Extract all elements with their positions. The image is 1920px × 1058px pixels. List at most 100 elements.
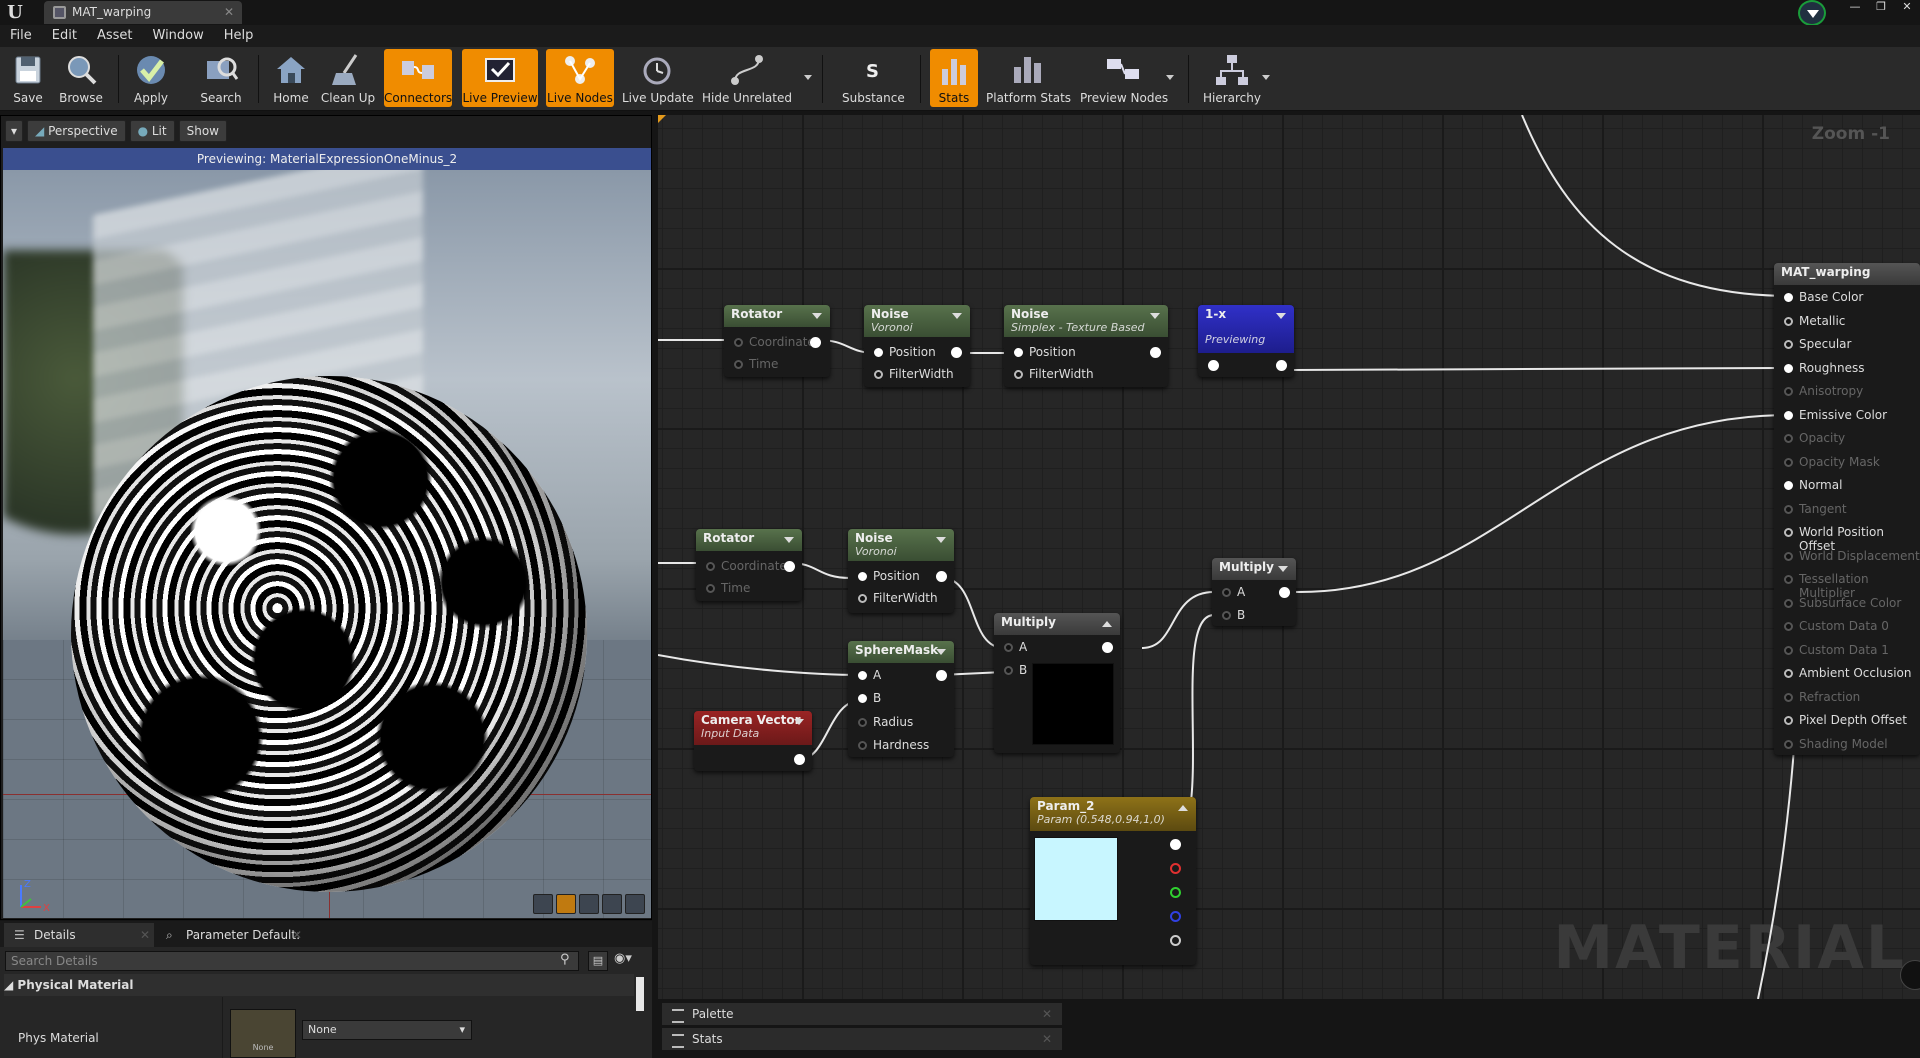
cube-preview-icon[interactable] bbox=[602, 894, 622, 914]
minimize-icon[interactable]: — bbox=[1842, 0, 1868, 16]
output-pin-b[interactable] bbox=[1170, 911, 1181, 922]
close-tab-icon[interactable]: ✕ bbox=[140, 923, 150, 947]
physical-material-section[interactable]: ◢ Physical Material bbox=[4, 974, 634, 996]
pin-coordinate[interactable]: Coordinate bbox=[706, 559, 787, 573]
stats-button[interactable]: Stats bbox=[930, 49, 978, 107]
result-pin-normal[interactable]: Normal bbox=[1784, 478, 1842, 492]
preview-nodes-button[interactable]: Preview Nodes bbox=[1080, 49, 1168, 107]
node-header[interactable]: Noise Voronoi bbox=[864, 305, 970, 337]
viewport-options-button[interactable]: ▾ bbox=[5, 120, 24, 142]
collapse-arrow-icon[interactable] bbox=[1278, 566, 1288, 572]
custom-mesh-preview-icon[interactable] bbox=[625, 894, 645, 914]
pin-hardness[interactable]: Hardness bbox=[858, 738, 929, 752]
unreal-logo-icon[interactable]: U bbox=[4, 2, 26, 24]
noise-voronoi-node[interactable]: Noise Voronoi Position FilterWidth bbox=[848, 529, 954, 613]
node-header[interactable]: MAT_warping bbox=[1774, 263, 1920, 285]
rotator-node[interactable]: Rotator Coordinate Time bbox=[724, 305, 830, 377]
substance-button[interactable]: S Substance bbox=[842, 49, 905, 107]
source-control-icon[interactable] bbox=[1798, 0, 1826, 26]
output-pin[interactable] bbox=[784, 561, 795, 572]
param-vector-node[interactable]: Param_2 Param (0.548,0.94,1,0) bbox=[1030, 797, 1196, 965]
output-pin-g[interactable] bbox=[1170, 887, 1181, 898]
noise-simplex-node[interactable]: Noise Simplex - Texture Based Position Fi… bbox=[1004, 305, 1168, 387]
pin-filterwidth[interactable]: FilterWidth bbox=[1014, 367, 1094, 381]
collapse-arrow-icon[interactable] bbox=[1102, 621, 1112, 627]
restore-icon[interactable]: ❐ bbox=[1868, 0, 1894, 16]
pin-a[interactable]: A bbox=[1222, 585, 1245, 599]
pin-b[interactable]: B bbox=[1222, 608, 1245, 622]
result-pin-custom-data-0[interactable]: Custom Data 0 bbox=[1784, 619, 1889, 633]
hide-unrelated-button[interactable]: Hide Unrelated bbox=[700, 49, 794, 107]
multiply-node[interactable]: Multiply A B bbox=[1212, 558, 1296, 626]
pin-position[interactable]: Position bbox=[858, 569, 920, 583]
output-pin-a[interactable] bbox=[1170, 935, 1181, 946]
home-button[interactable]: Home bbox=[268, 49, 314, 107]
search-button[interactable]: Search bbox=[198, 49, 244, 107]
hide-unrelated-dropdown-icon[interactable] bbox=[804, 75, 812, 80]
live-update-button[interactable]: Live Update bbox=[622, 49, 694, 107]
tab-details[interactable]: ☰ Details ✕ bbox=[4, 923, 154, 947]
close-window-icon[interactable]: ✕ bbox=[1894, 0, 1920, 16]
hierarchy-button[interactable]: Hierarchy bbox=[1200, 49, 1264, 107]
pin-filterwidth[interactable]: FilterWidth bbox=[858, 591, 938, 605]
output-pin[interactable] bbox=[1102, 642, 1113, 653]
browse-button[interactable]: Browse bbox=[56, 49, 106, 107]
details-scrollbar[interactable] bbox=[636, 977, 644, 1011]
result-pin-opacity[interactable]: Opacity bbox=[1784, 431, 1845, 445]
result-pin-refraction[interactable]: Refraction bbox=[1784, 690, 1860, 704]
material-result-node[interactable]: MAT_warping Base Color Metallic Specular Ro… bbox=[1774, 263, 1920, 755]
save-button[interactable]: Save bbox=[8, 49, 48, 107]
collapse-arrow-icon[interactable] bbox=[936, 537, 946, 543]
pin-radius[interactable]: Radius bbox=[858, 715, 913, 729]
menu-help[interactable]: Help bbox=[214, 25, 264, 47]
cylinder-preview-icon[interactable] bbox=[533, 894, 553, 914]
output-pin[interactable] bbox=[1279, 587, 1290, 598]
collapse-arrow-icon[interactable] bbox=[1276, 313, 1286, 319]
result-pin-roughness[interactable]: Roughness bbox=[1784, 361, 1864, 375]
menu-window[interactable]: Window bbox=[143, 25, 214, 47]
phys-material-thumbnail[interactable]: None bbox=[230, 1009, 296, 1058]
collapse-arrow-icon[interactable] bbox=[1150, 313, 1160, 319]
result-pin-tangent[interactable]: Tangent bbox=[1784, 502, 1847, 516]
collapse-arrow-icon[interactable] bbox=[794, 719, 804, 725]
collapse-arrow-icon[interactable] bbox=[812, 313, 822, 319]
tab-stats[interactable]: Stats ✕ bbox=[662, 1028, 1062, 1050]
input-pin[interactable] bbox=[1208, 360, 1219, 371]
result-pin-specular[interactable]: Specular bbox=[1784, 337, 1851, 351]
pin-filterwidth[interactable]: FilterWidth bbox=[874, 367, 954, 381]
preview-scene[interactable]: Z X bbox=[3, 170, 651, 918]
node-header[interactable]: Noise Voronoi bbox=[848, 529, 954, 561]
result-pin-ambient-occlusion[interactable]: Ambient Occlusion bbox=[1784, 666, 1911, 680]
node-header[interactable]: Noise Simplex - Texture Based bbox=[1004, 305, 1168, 337]
param-color-swatch[interactable] bbox=[1034, 837, 1118, 921]
output-pin-rgb[interactable] bbox=[1170, 839, 1181, 850]
output-pin[interactable] bbox=[1150, 347, 1161, 358]
result-pin-world-displacement[interactable]: World Displacement bbox=[1784, 549, 1920, 563]
phys-material-dropdown[interactable]: None ▾ bbox=[302, 1020, 472, 1040]
collapse-arrow-icon[interactable] bbox=[952, 313, 962, 319]
pin-b[interactable]: B bbox=[858, 691, 881, 705]
preview-nodes-dropdown-icon[interactable] bbox=[1166, 75, 1174, 80]
output-pin[interactable] bbox=[1276, 360, 1287, 371]
output-pin[interactable] bbox=[810, 337, 821, 348]
output-pin-r[interactable] bbox=[1170, 863, 1181, 874]
menu-file[interactable]: File bbox=[0, 25, 42, 47]
live-preview-button[interactable]: Live Preview bbox=[462, 49, 538, 107]
collapse-arrow-icon[interactable] bbox=[784, 537, 794, 543]
node-header[interactable]: Multiply bbox=[1212, 558, 1296, 580]
node-header[interactable]: Rotator bbox=[696, 529, 802, 551]
preview-viewport[interactable]: ▾ ◢ Perspective ● Lit Show Previewing: M… bbox=[0, 115, 652, 920]
pin-a[interactable]: A bbox=[858, 668, 881, 682]
document-tab[interactable]: MAT_warping ✕ bbox=[44, 1, 242, 24]
menu-asset[interactable]: Asset bbox=[87, 25, 143, 47]
result-pin-anisotropy[interactable]: Anisotropy bbox=[1784, 384, 1863, 398]
tab-parameter-defaults[interactable]: ⌕ Parameter Default: ✕ bbox=[156, 923, 306, 947]
output-pin[interactable] bbox=[936, 571, 947, 582]
pin-coordinate[interactable]: Coordinate bbox=[734, 335, 815, 349]
close-tab-icon[interactable]: ✕ bbox=[224, 1, 234, 24]
tab-palette[interactable]: Palette ✕ bbox=[662, 1003, 1062, 1025]
pin-position[interactable]: Position bbox=[1014, 345, 1076, 359]
live-nodes-button[interactable]: Live Nodes bbox=[546, 49, 614, 107]
output-pin[interactable] bbox=[936, 670, 947, 681]
output-pin[interactable] bbox=[794, 754, 805, 765]
